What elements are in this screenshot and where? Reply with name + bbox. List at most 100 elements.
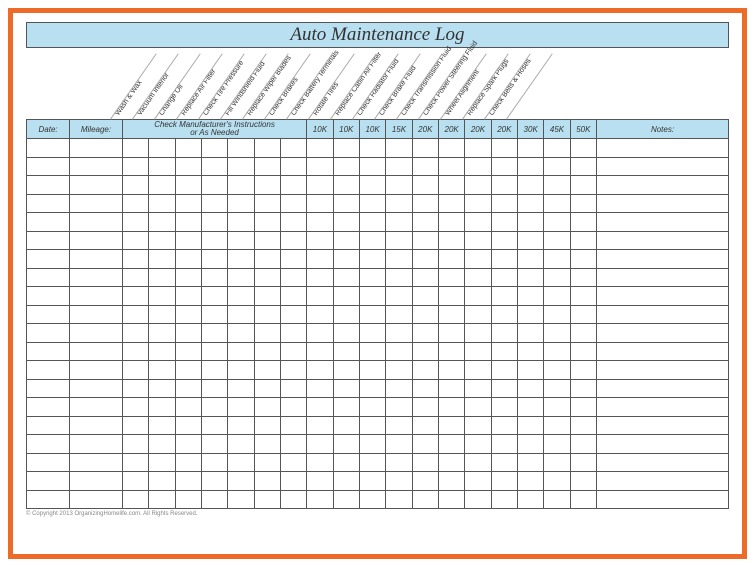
- cell[interactable]: [544, 157, 570, 176]
- cell[interactable]: [228, 361, 254, 380]
- cell[interactable]: [491, 379, 517, 398]
- cell[interactable]: [491, 268, 517, 287]
- cell[interactable]: [597, 213, 729, 232]
- cell[interactable]: [228, 342, 254, 361]
- cell[interactable]: [280, 305, 306, 324]
- cell[interactable]: [333, 287, 359, 306]
- cell[interactable]: [70, 490, 123, 509]
- cell[interactable]: [465, 176, 491, 195]
- cell[interactable]: [544, 231, 570, 250]
- cell[interactable]: [465, 139, 491, 158]
- cell[interactable]: [175, 435, 201, 454]
- cell[interactable]: [438, 268, 464, 287]
- cell[interactable]: [307, 416, 333, 435]
- cell[interactable]: [359, 472, 385, 491]
- cell[interactable]: [333, 342, 359, 361]
- cell[interactable]: [359, 416, 385, 435]
- cell[interactable]: [544, 472, 570, 491]
- cell[interactable]: [412, 194, 438, 213]
- cell[interactable]: [175, 176, 201, 195]
- cell[interactable]: [307, 361, 333, 380]
- cell[interactable]: [27, 472, 70, 491]
- cell[interactable]: [254, 213, 280, 232]
- cell[interactable]: [254, 176, 280, 195]
- cell[interactable]: [491, 250, 517, 269]
- cell[interactable]: [412, 231, 438, 250]
- cell[interactable]: [149, 435, 175, 454]
- cell[interactable]: [518, 157, 544, 176]
- cell[interactable]: [518, 287, 544, 306]
- cell[interactable]: [438, 398, 464, 417]
- cell[interactable]: [307, 176, 333, 195]
- cell[interactable]: [438, 250, 464, 269]
- cell[interactable]: [280, 139, 306, 158]
- cell[interactable]: [122, 250, 148, 269]
- cell[interactable]: [175, 490, 201, 509]
- cell[interactable]: [597, 398, 729, 417]
- cell[interactable]: [544, 139, 570, 158]
- cell[interactable]: [175, 453, 201, 472]
- cell[interactable]: [597, 490, 729, 509]
- cell[interactable]: [518, 176, 544, 195]
- cell[interactable]: [465, 157, 491, 176]
- cell[interactable]: [201, 194, 227, 213]
- cell[interactable]: [359, 342, 385, 361]
- cell[interactable]: [228, 176, 254, 195]
- cell[interactable]: [570, 231, 596, 250]
- cell[interactable]: [570, 453, 596, 472]
- cell[interactable]: [386, 176, 412, 195]
- cell[interactable]: [597, 305, 729, 324]
- cell[interactable]: [175, 268, 201, 287]
- cell[interactable]: [149, 398, 175, 417]
- cell[interactable]: [149, 176, 175, 195]
- cell[interactable]: [254, 194, 280, 213]
- cell[interactable]: [254, 231, 280, 250]
- cell[interactable]: [386, 324, 412, 343]
- cell[interactable]: [597, 287, 729, 306]
- cell[interactable]: [280, 194, 306, 213]
- cell[interactable]: [70, 231, 123, 250]
- cell[interactable]: [307, 157, 333, 176]
- cell[interactable]: [412, 268, 438, 287]
- cell[interactable]: [70, 176, 123, 195]
- cell[interactable]: [228, 435, 254, 454]
- cell[interactable]: [438, 324, 464, 343]
- cell[interactable]: [280, 416, 306, 435]
- cell[interactable]: [333, 213, 359, 232]
- cell[interactable]: [228, 490, 254, 509]
- cell[interactable]: [122, 435, 148, 454]
- cell[interactable]: [518, 231, 544, 250]
- cell[interactable]: [359, 231, 385, 250]
- cell[interactable]: [175, 472, 201, 491]
- cell[interactable]: [70, 453, 123, 472]
- cell[interactable]: [27, 361, 70, 380]
- cell[interactable]: [70, 416, 123, 435]
- cell[interactable]: [201, 435, 227, 454]
- cell[interactable]: [544, 342, 570, 361]
- cell[interactable]: [359, 268, 385, 287]
- cell[interactable]: [518, 342, 544, 361]
- cell[interactable]: [491, 342, 517, 361]
- cell[interactable]: [438, 305, 464, 324]
- cell[interactable]: [333, 435, 359, 454]
- cell[interactable]: [254, 361, 280, 380]
- cell[interactable]: [544, 398, 570, 417]
- cell[interactable]: [201, 139, 227, 158]
- cell[interactable]: [412, 416, 438, 435]
- cell[interactable]: [27, 176, 70, 195]
- cell[interactable]: [570, 361, 596, 380]
- cell[interactable]: [412, 250, 438, 269]
- cell[interactable]: [412, 213, 438, 232]
- cell[interactable]: [122, 361, 148, 380]
- cell[interactable]: [122, 157, 148, 176]
- cell[interactable]: [570, 139, 596, 158]
- cell[interactable]: [254, 287, 280, 306]
- cell[interactable]: [122, 213, 148, 232]
- cell[interactable]: [518, 305, 544, 324]
- cell[interactable]: [201, 379, 227, 398]
- cell[interactable]: [359, 194, 385, 213]
- cell[interactable]: [149, 250, 175, 269]
- cell[interactable]: [149, 453, 175, 472]
- cell[interactable]: [70, 379, 123, 398]
- cell[interactable]: [412, 472, 438, 491]
